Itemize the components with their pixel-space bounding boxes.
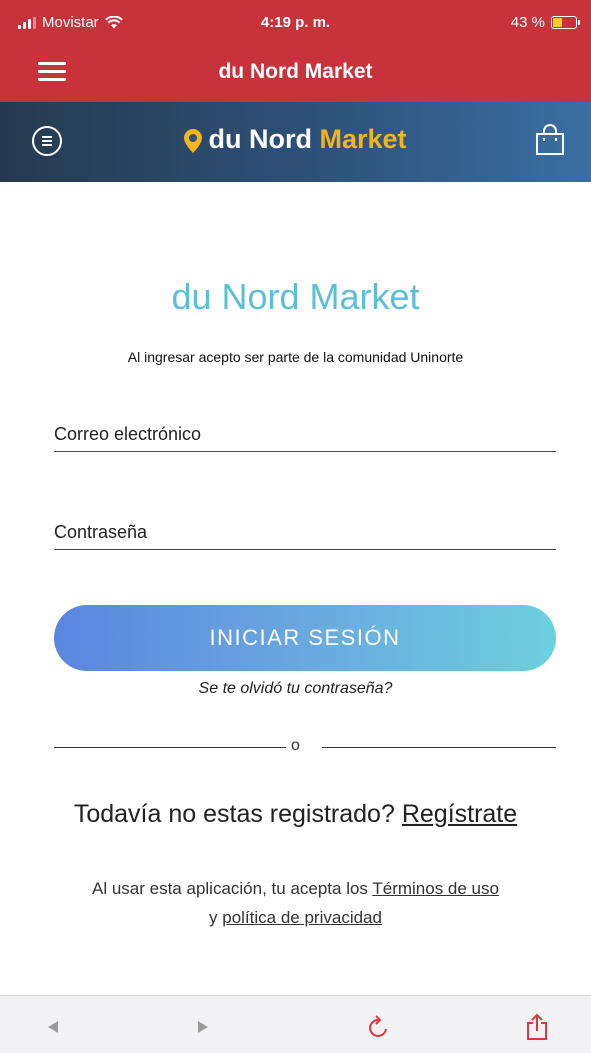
status-time: 4:19 p. m. (260, 14, 331, 31)
brand-logo: du Nord Market (0, 124, 591, 155)
register-prompt-text: Todavía no estas registrado? (73, 800, 395, 828)
email-field[interactable] (54, 418, 556, 451)
location-pin-icon (184, 128, 203, 153)
brand-header: du Nord Market (0, 102, 591, 182)
battery-percent: 43 % (510, 14, 545, 31)
terms-link[interactable]: Términos de uso (372, 879, 499, 898)
battery-level (553, 18, 562, 27)
brand-logo-accent: Market (319, 124, 407, 154)
share-icon[interactable] (524, 1013, 550, 1040)
terms-notice: Al usar esta aplicación, tu acepta los T… (30, 874, 561, 932)
reload-icon[interactable] (366, 1014, 392, 1040)
shopping-bag-icon[interactable] (535, 124, 565, 156)
forward-arrow-icon[interactable] (190, 1014, 216, 1040)
forgot-password-link[interactable]: Se te olvidó tu contraseña? (0, 680, 591, 698)
browser-toolbar (0, 995, 591, 1053)
page-title: du Nord Market (171, 276, 420, 317)
subtitle: Al ingresar acepto ser parte de la comun… (127, 349, 464, 365)
back-arrow-icon[interactable] (40, 1014, 66, 1040)
terms-join: y (209, 908, 218, 927)
app-bar-title: du Nord Market (218, 60, 373, 83)
divider-right (322, 747, 556, 748)
terms-prefix: Al usar esta aplicación, tu acepta los (92, 879, 368, 898)
privacy-link[interactable]: política de privacidad (222, 908, 382, 927)
status-right: 43 % (510, 14, 580, 31)
top-app-bar: Movistar 4:19 p. m. 43 % du Nord Market (0, 0, 591, 102)
password-field[interactable] (54, 516, 556, 549)
register-prompt: Todavía no estas registrado? Regístrate (0, 800, 591, 829)
login-button[interactable]: INICIAR SESIÓN (54, 605, 556, 671)
battery-icon (551, 16, 580, 29)
email-field-container (54, 418, 556, 452)
or-separator: o (291, 737, 300, 754)
app-bar: du Nord Market (0, 44, 591, 102)
password-field-container (54, 516, 556, 550)
brand-logo-text: du Nord (208, 124, 312, 154)
register-link[interactable]: Regístrate (402, 800, 517, 828)
status-bar: Movistar 4:19 p. m. 43 % (0, 0, 591, 44)
